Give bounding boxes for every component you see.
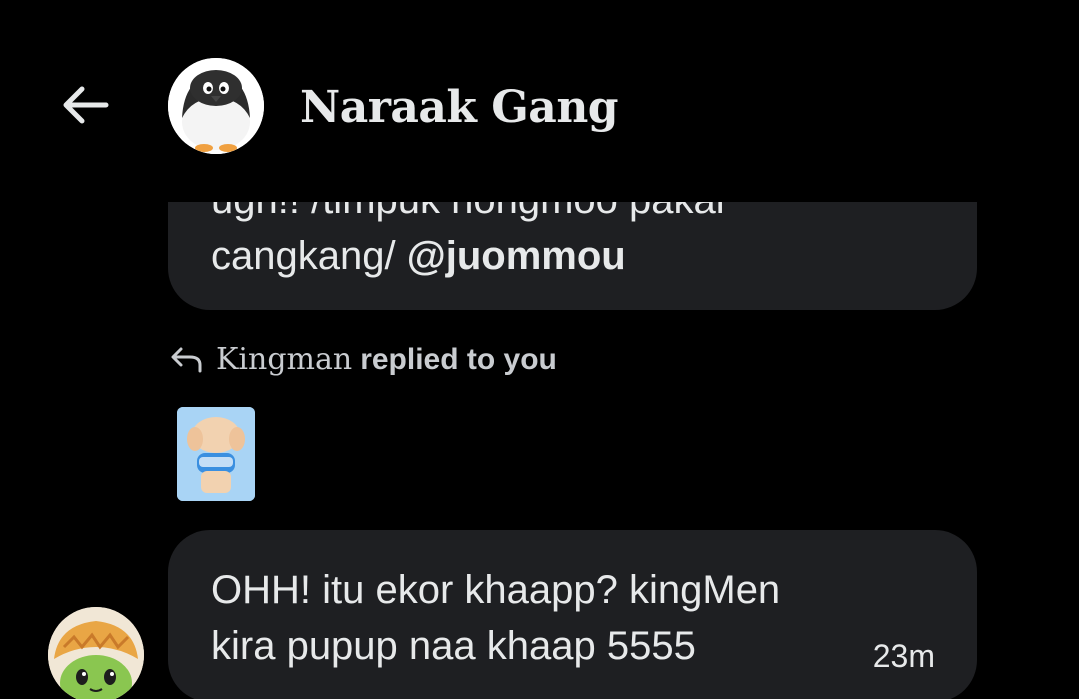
message-list[interactable]: ugh!! /timpuk nongmoo pakai cangkang/ @j…: [0, 202, 1079, 699]
arrow-left-icon: [63, 86, 109, 124]
current-message-bubble[interactable]: OHH! itu ekor khaapp? kingMen kira pupup…: [168, 530, 977, 699]
replied-sticker-thumbnail[interactable]: [177, 407, 255, 501]
previous-message-partial-line: ugh!! /timpuk nongmoo pakai: [211, 202, 725, 222]
back-button[interactable]: [56, 80, 114, 130]
reply-author-name: Kingman: [216, 342, 353, 377]
current-message-text: OHH! itu ekor khaapp? kingMen kira pupup…: [211, 562, 911, 674]
frog-avatar-icon: [48, 607, 144, 699]
message-timestamp: 23m: [872, 638, 935, 674]
group-title[interactable]: Naraak Gang: [300, 82, 619, 133]
current-message-line-1: OHH! itu ekor khaapp? kingMen: [211, 568, 781, 612]
reply-header: Kingman replied to you: [168, 342, 557, 377]
reply-label: replied to you: [360, 342, 557, 376]
previous-message-line: cangkang/: [211, 234, 407, 278]
group-avatar[interactable]: [168, 58, 264, 154]
current-message-line-2: kira pupup naa khaap 5555: [211, 624, 696, 668]
reply-arrow-icon: [168, 345, 204, 375]
previous-message-bubble[interactable]: ugh!! /timpuk nongmoo pakai cangkang/ @j…: [168, 202, 977, 310]
penguin-avatar-icon: [168, 58, 264, 154]
mention-link[interactable]: @juommou: [407, 234, 626, 278]
sender-avatar[interactable]: [48, 607, 144, 699]
previous-message-text: ugh!! /timpuk nongmoo pakai cangkang/ @j…: [211, 202, 937, 284]
sticker-thumbnail-icon: [177, 407, 255, 501]
